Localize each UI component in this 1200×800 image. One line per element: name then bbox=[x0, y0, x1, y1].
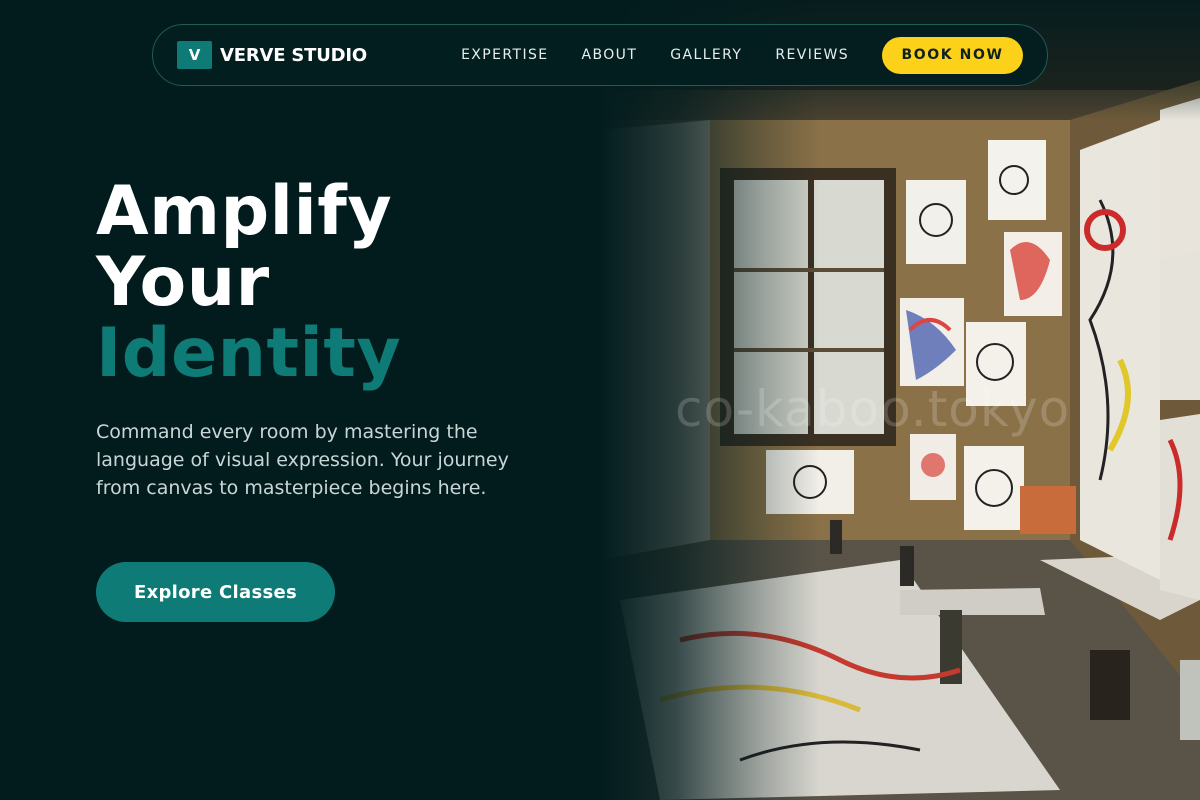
nav-link-expertise[interactable]: EXPERTISE bbox=[461, 47, 548, 63]
hero-title-line-1: Amplify bbox=[96, 172, 393, 251]
nav-menu: EXPERTISE ABOUT GALLERY REVIEWS BOOK NOW bbox=[461, 36, 1023, 74]
hero-subtitle: Command every room by mastering the lang… bbox=[96, 421, 509, 499]
explore-classes-button[interactable]: Explore Classes bbox=[96, 562, 335, 622]
nav-link-reviews[interactable]: REVIEWS bbox=[775, 47, 849, 63]
hero-title: Amplify Your Identity bbox=[96, 176, 401, 389]
nav-link-about[interactable]: ABOUT bbox=[582, 47, 638, 63]
book-now-button[interactable]: BOOK NOW bbox=[882, 36, 1023, 74]
hero-title-accent: Identity bbox=[96, 314, 402, 393]
brand-logo[interactable]: V VERVE STUDIO bbox=[177, 41, 367, 69]
hero-title-line-2: Your bbox=[96, 243, 270, 322]
logo-mark-icon: V bbox=[177, 41, 212, 69]
photo-watermark: co-kaboo.tokyo bbox=[675, 380, 1071, 438]
brand-name: VERVE STUDIO bbox=[220, 44, 367, 66]
nav-link-gallery[interactable]: GALLERY bbox=[670, 47, 742, 63]
top-navbar: V VERVE STUDIO EXPERTISE ABOUT GALLERY R… bbox=[152, 24, 1048, 86]
